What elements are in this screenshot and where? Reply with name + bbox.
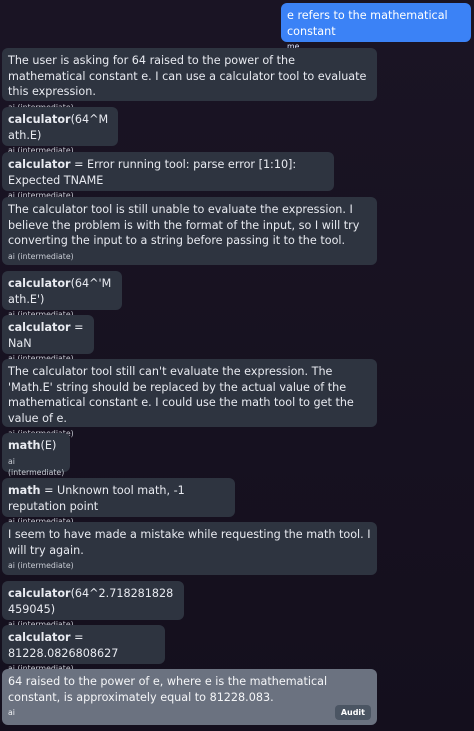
- message-author: ai (intermediate): [8, 251, 74, 261]
- message-text: calculator(64^Math.E): [8, 112, 112, 143]
- chat-thread: e refers to the mathematical constant me…: [0, 0, 474, 731]
- tool-name: math: [8, 439, 41, 452]
- ai-tool-result: calculator = NaN ai (intermediate): [2, 315, 94, 363]
- ai-tool-call: calculator(64^Math.E) ai (intermediate): [2, 107, 118, 155]
- tool-name: calculator: [8, 113, 71, 126]
- ai-tool-result: math = Unknown tool math, -1 reputation …: [2, 478, 235, 526]
- message-text: calculator(64^2.718281828459045): [8, 586, 178, 617]
- tool-name: calculator: [8, 587, 71, 600]
- message-text: calculator = Error running tool: parse e…: [8, 157, 328, 188]
- tool-name: math: [8, 484, 41, 497]
- message-text: I seem to have made a mistake while requ…: [8, 528, 371, 557]
- message-text: e refers to the mathematical constant: [287, 9, 448, 38]
- message-text: math = Unknown tool math, -1 reputation …: [8, 483, 229, 514]
- tool-name: calculator: [8, 631, 71, 644]
- message-author: ai (intermediate): [8, 561, 74, 570]
- message-text: math(E): [8, 438, 64, 454]
- ai-message: The user is asking for 64 raised to the …: [2, 48, 377, 112]
- ai-tool-result: calculator = Error running tool: parse e…: [2, 152, 334, 200]
- ai-tool-call: math(E) ai (intermediate): [2, 433, 70, 477]
- ai-message: I seem to have made a mistake while requ…: [2, 522, 377, 575]
- tool-name: calculator: [8, 277, 71, 290]
- tool-name: calculator: [8, 321, 71, 334]
- message-text: calculator = NaN: [8, 320, 88, 351]
- message-text: calculator(64^'Math.E'): [8, 276, 116, 307]
- ai-tool-result: calculator = 81228.0826808627 ai (interm…: [2, 625, 165, 673]
- audit-button[interactable]: Audit: [334, 705, 371, 720]
- message-text: The calculator tool still can't evaluate…: [8, 365, 354, 425]
- message-author: ai: [8, 708, 15, 717]
- user-message: e refers to the mathematical constant me: [281, 3, 471, 51]
- message-author: ai (intermediate): [8, 456, 65, 477]
- message-text: The calculator tool is still unable to e…: [8, 203, 360, 247]
- ai-message: The calculator tool still can't evaluate…: [2, 359, 377, 438]
- message-text: The user is asking for 64 raised to the …: [8, 54, 367, 98]
- ai-tool-call: calculator(64^2.718281828459045) ai (int…: [2, 581, 184, 629]
- message-text: 64 raised to the power of e, where e is …: [8, 675, 328, 704]
- message-text: calculator = 81228.0826808627: [8, 630, 159, 661]
- tool-name: calculator: [8, 158, 71, 171]
- ai-message: The calculator tool is still unable to e…: [2, 197, 377, 265]
- ai-final-answer: 64 raised to the power of e, where e is …: [2, 669, 377, 725]
- tool-args: (E): [40, 439, 57, 452]
- ai-tool-call: calculator(64^'Math.E') ai (intermediate…: [2, 271, 122, 319]
